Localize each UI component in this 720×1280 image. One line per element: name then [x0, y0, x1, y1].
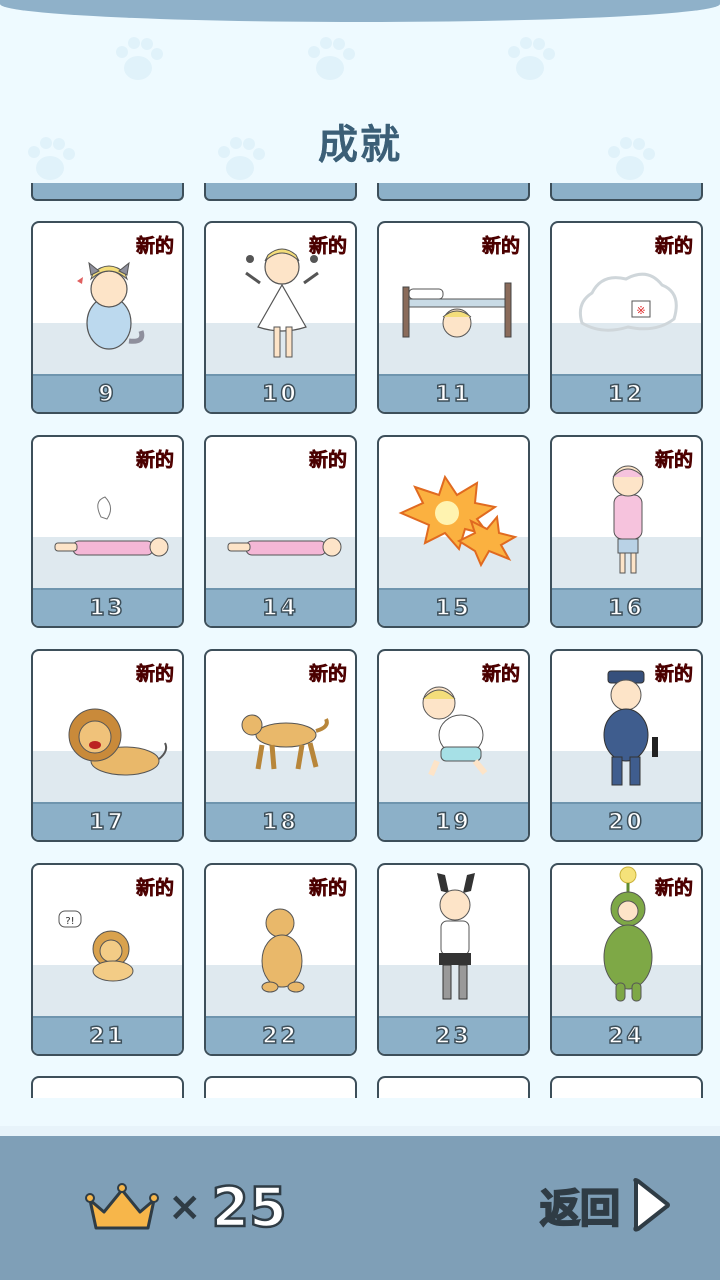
achievement-card[interactable]: 新的 9: [31, 221, 184, 414]
card-number-band: 13: [33, 588, 182, 626]
crown-count: × 25: [168, 1172, 288, 1242]
new-badge: 新的: [308, 235, 348, 258]
achievement-grid[interactable]: 新的 9 新的 10 新的 11 ※ 新的 12 新的 13 新的 14 15 …: [0, 183, 720, 1098]
achievement-card-partial[interactable]: [550, 183, 703, 201]
card-number: 24: [607, 1023, 645, 1050]
card-number-band: 24: [552, 1016, 701, 1054]
achievement-card-partial[interactable]: [377, 183, 530, 201]
paw-print-icon: [116, 37, 163, 80]
card-number-band: 15: [379, 588, 528, 626]
card-number-band: 18: [206, 802, 355, 840]
new-badge: 新的: [654, 235, 694, 258]
achievement-card[interactable]: 新的 22: [204, 863, 357, 1056]
card-number: 10: [261, 381, 299, 408]
achievement-card-partial[interactable]: [31, 1076, 184, 1098]
new-badge: 新的: [135, 663, 175, 686]
achievement-card[interactable]: 新的 16: [550, 435, 703, 628]
card-number: 20: [607, 809, 645, 836]
achievement-card[interactable]: ※ 新的 12: [550, 221, 703, 414]
back-button[interactable]: 返回: [539, 1170, 690, 1240]
new-badge: 新的: [654, 449, 694, 472]
card-number: 11: [434, 381, 472, 408]
card-number: 23: [434, 1023, 472, 1050]
card-number: 9: [98, 381, 117, 408]
top-band: [0, 0, 720, 22]
card-number: 12: [607, 381, 645, 408]
bottom-bar-edge: [0, 1126, 720, 1136]
achievement-card[interactable]: ?! 新的 21: [31, 863, 184, 1056]
card-number: 15: [434, 595, 472, 622]
new-badge: 新的: [308, 449, 348, 472]
achievement-card-partial[interactable]: [204, 183, 357, 201]
new-badge: 新的: [135, 449, 175, 472]
multiply-sign: ×: [168, 1184, 202, 1230]
crown-count-value: 25: [210, 1174, 288, 1240]
achievement-card[interactable]: 新的 13: [31, 435, 184, 628]
card-number-band: 12: [552, 374, 701, 412]
card-number: 21: [88, 1023, 126, 1050]
paw-print-icon: [508, 37, 555, 80]
page-title: 成就: [318, 122, 402, 168]
card-number-band: 21: [33, 1016, 182, 1054]
achievement-card[interactable]: 新的 14: [204, 435, 357, 628]
card-number-band: 11: [379, 374, 528, 412]
card-number-band: 17: [33, 802, 182, 840]
achievement-card-partial[interactable]: [31, 183, 184, 201]
bunny-costume-art: [437, 873, 475, 1000]
card-number-band: 9: [33, 374, 182, 412]
new-badge: 新的: [308, 877, 348, 900]
achievement-card[interactable]: 新的 11: [377, 221, 530, 414]
card-number-band: 19: [379, 802, 528, 840]
crown-icon: [85, 1183, 159, 1230]
new-badge: 新的: [135, 235, 175, 258]
achievement-card[interactable]: 新的 19: [377, 649, 530, 842]
svg-text:※: ※: [636, 304, 645, 317]
card-number-band: 16: [552, 588, 701, 626]
new-badge: 新的: [481, 235, 521, 258]
card-number-band: 22: [206, 1016, 355, 1054]
card-number: 16: [607, 595, 645, 622]
achievement-card[interactable]: 15: [377, 435, 530, 628]
card-number: 14: [261, 595, 299, 622]
card-number: 22: [261, 1023, 299, 1050]
new-badge: 新的: [654, 663, 694, 686]
achievement-card[interactable]: 23: [377, 863, 530, 1056]
achievement-card[interactable]: 新的 10: [204, 221, 357, 414]
card-number-band: 14: [206, 588, 355, 626]
card-number: 18: [261, 809, 299, 836]
card-number-band: 23: [379, 1016, 528, 1054]
card-number: 19: [434, 809, 472, 836]
achievement-card-partial[interactable]: [204, 1076, 357, 1098]
back-button-label: 返回: [539, 1185, 621, 1233]
explosion-art: [398, 474, 518, 568]
new-badge: 新的: [654, 877, 694, 900]
achievement-card[interactable]: 新的 18: [204, 649, 357, 842]
achievement-card[interactable]: 新的 20: [550, 649, 703, 842]
achievement-card-partial[interactable]: [550, 1076, 703, 1098]
new-badge: 新的: [135, 877, 175, 900]
achievement-card[interactable]: 新的 17: [31, 649, 184, 842]
card-number: 13: [88, 595, 126, 622]
achievement-card[interactable]: 新的 24: [550, 863, 703, 1056]
play-arrow-icon: [633, 1178, 670, 1232]
new-badge: 新的: [481, 663, 521, 686]
new-badge: 新的: [308, 663, 348, 686]
svg-text:?!: ?!: [65, 916, 74, 927]
card-number: 17: [88, 809, 126, 836]
card-number-band: 20: [552, 802, 701, 840]
achievement-card-partial[interactable]: [377, 1076, 530, 1098]
card-number-band: 10: [206, 374, 355, 412]
paw-print-icon: [308, 37, 355, 80]
